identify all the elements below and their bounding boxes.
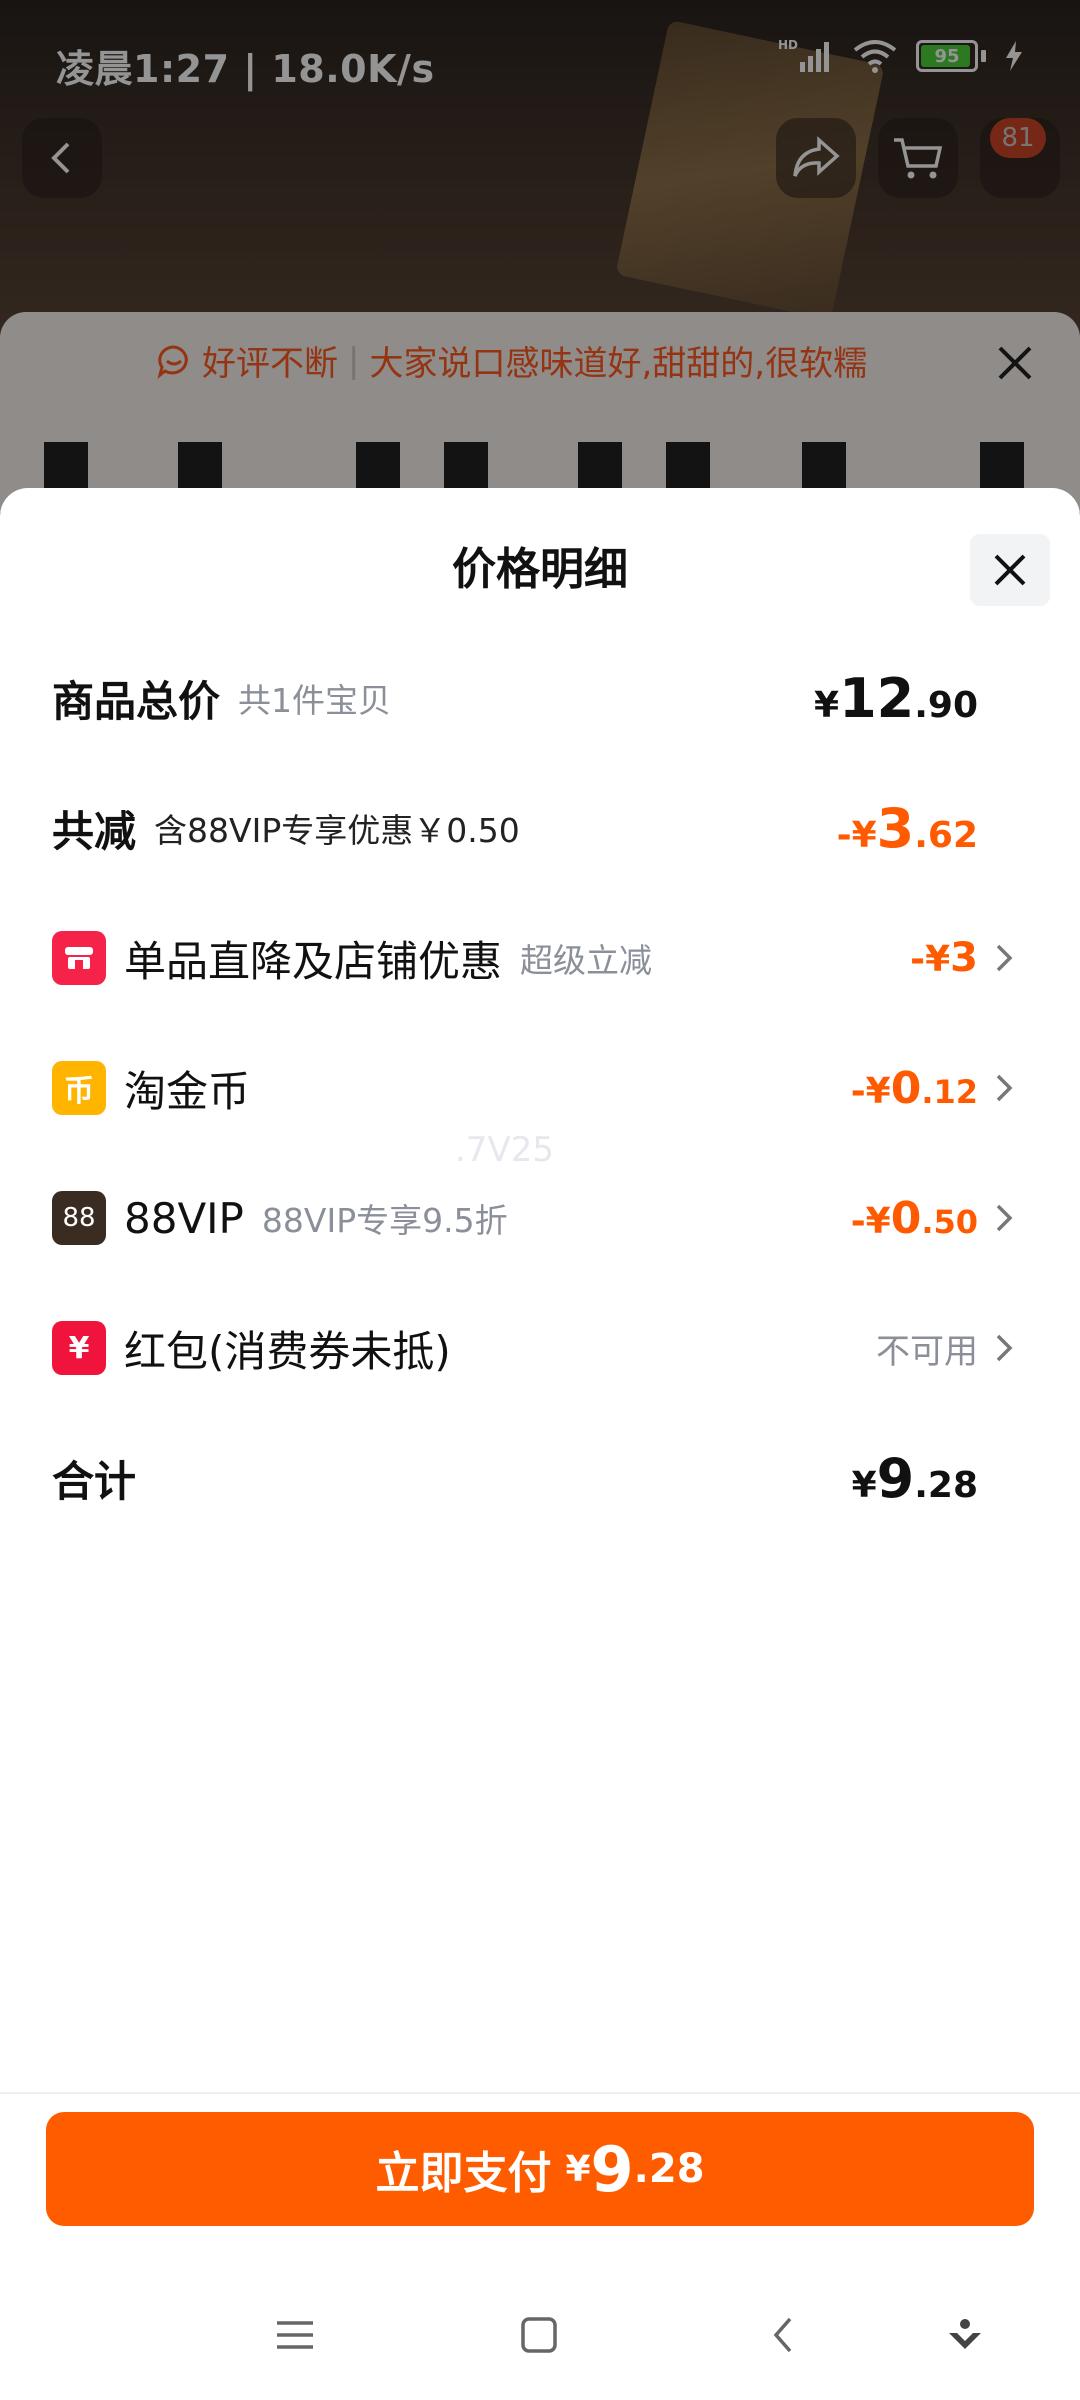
row-store-discount[interactable]: 单品直降及店铺优惠 超级立减 -¥ 3	[52, 918, 1018, 998]
row-label: 88VIP	[124, 1193, 244, 1243]
row-price: ¥ 12 .90	[814, 667, 978, 730]
price-decimal: .50	[921, 1202, 978, 1241]
store-icon	[52, 931, 106, 985]
price-decimal: .12	[921, 1072, 978, 1111]
row-88vip[interactable]: 88 88VIP 88VIP专享9.5折 -¥ 0 .50	[52, 1178, 1018, 1258]
price-currency: -¥	[850, 1070, 891, 1112]
row-price: -¥ 3	[910, 935, 978, 981]
sheet-title: 价格明细	[452, 544, 628, 595]
vip-icon: 88	[52, 1191, 106, 1245]
price-integer: 3	[876, 796, 915, 860]
back-icon	[773, 2317, 792, 2353]
price-decimal: .62	[914, 814, 978, 856]
row-value: 不可用	[876, 1331, 978, 1372]
price-integer: 0	[890, 1062, 922, 1114]
menu-button[interactable]	[260, 2300, 330, 2370]
row-price: -¥ 3 .62	[837, 797, 978, 860]
row-taobao-coins[interactable]: 币 淘金币 -¥ 0 .12	[52, 1048, 1018, 1128]
row-red-packet[interactable]: ¥ 红包(消费券未抵) 不可用	[52, 1308, 1018, 1388]
sheet-close-button[interactable]	[970, 534, 1050, 606]
price-integer: 3	[950, 935, 978, 981]
system-navbar	[0, 2270, 1080, 2400]
nav-back-button[interactable]	[748, 2300, 818, 2370]
price-integer: 12	[839, 666, 915, 730]
watermark: .7V25	[455, 1130, 554, 1170]
row-sub: 含88VIP专享优惠￥0.50	[154, 811, 520, 850]
chevron-right-icon	[996, 1074, 1013, 1102]
price-currency: -¥	[836, 814, 877, 856]
row-label: 单品直降及店铺优惠	[124, 936, 503, 986]
pay-now-button[interactable]: 立即支付 ¥ 9 .28	[46, 2112, 1034, 2226]
price-integer: 0	[890, 1192, 922, 1244]
chevron-right-icon	[996, 944, 1013, 972]
pay-currency: ¥	[565, 2148, 591, 2190]
row-goods-total: 商品总价 共1件宝贝 ¥ 12 .90	[52, 658, 1018, 738]
price-decimal: .90	[914, 684, 978, 726]
chevron-right-icon	[996, 1204, 1013, 1232]
price-currency: -¥	[910, 939, 951, 980]
vip-icon-glyph: 88	[62, 1203, 96, 1233]
pay-decimal: .28	[633, 2146, 705, 2192]
row-label: 商品总价	[52, 676, 221, 726]
price-decimal: .28	[914, 1464, 978, 1506]
red-packet-icon: ¥	[52, 1321, 106, 1375]
row-sum: 合计 ¥ 9 .28	[52, 1438, 1018, 1518]
price-currency: ¥	[814, 684, 840, 726]
pay-label: 立即支付	[375, 2148, 552, 2199]
row-label: 红包(消费券未抵)	[124, 1326, 451, 1376]
row-sub: 超级立减	[520, 941, 653, 980]
red-packet-icon-glyph: ¥	[68, 1330, 90, 1366]
chevron-right-icon	[996, 1334, 1013, 1362]
menu-icon	[277, 2321, 313, 2349]
price-integer: 9	[876, 1446, 915, 1510]
home-icon	[521, 2317, 557, 2353]
row-label: 淘金币	[124, 1066, 251, 1116]
row-price: ¥ 9 .28	[852, 1447, 978, 1510]
row-label: 共减	[52, 806, 137, 856]
price-currency: -¥	[850, 1200, 891, 1242]
divider	[0, 2092, 1080, 2094]
dim-overlay[interactable]	[0, 0, 1080, 520]
price-currency: ¥	[851, 1464, 877, 1506]
close-icon	[994, 554, 1026, 586]
row-price: -¥ 0 .50	[851, 1193, 978, 1244]
coin-icon-glyph: 币	[64, 1074, 94, 1109]
row-price: -¥ 0 .12	[851, 1063, 978, 1114]
coin-icon: 币	[52, 1061, 106, 1115]
pay-integer: 9	[590, 2132, 634, 2206]
assistant-icon	[949, 2319, 981, 2349]
row-label: 合计	[52, 1456, 137, 1506]
row-sub: 88VIP专享9.5折	[261, 1201, 508, 1240]
row-total-discount: 共减 含88VIP专享优惠￥0.50 -¥ 3 .62	[52, 788, 1018, 868]
home-button[interactable]	[504, 2300, 574, 2370]
assistant-button[interactable]	[930, 2300, 1000, 2370]
row-sub: 共1件宝贝	[238, 681, 392, 720]
